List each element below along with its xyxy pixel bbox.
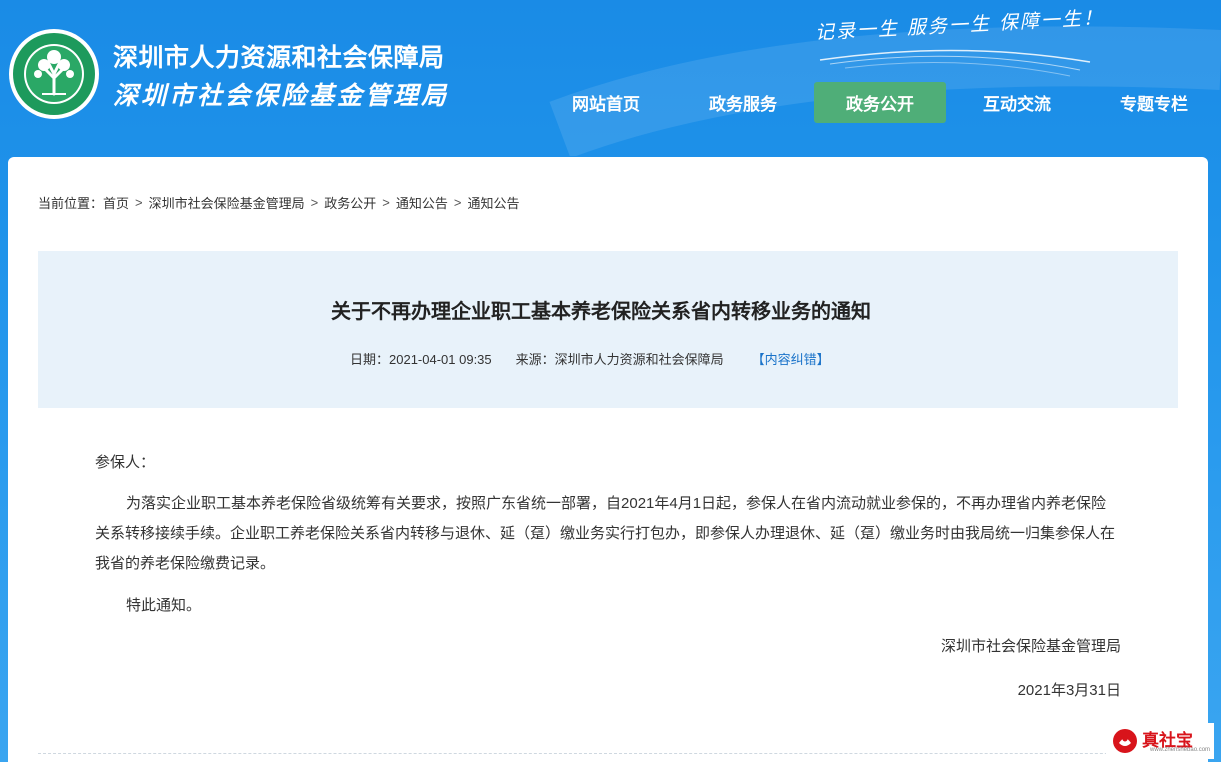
nav-item-services[interactable]: 政务服务 <box>677 82 809 123</box>
nav-item-topics[interactable]: 专题专栏 <box>1088 82 1220 123</box>
breadcrumb-prefix: 当前位置： <box>38 196 104 211</box>
article-date: 日期：2021-04-01 09:35 <box>350 352 492 367</box>
watermark: 真社宝 www.zhenshebao.com <box>1106 723 1214 759</box>
breadcrumb-notices-current[interactable]: 通知公告 <box>467 193 519 212</box>
nav-item-disclosure[interactable]: 政务公开 <box>814 82 946 123</box>
breadcrumb-home[interactable]: 首页 <box>103 193 129 212</box>
main-nav: 网站首页 政务服务 政务公开 互动交流 专题专栏 <box>540 82 1221 123</box>
breadcrumb-separator: > <box>310 195 319 210</box>
nav-item-interaction[interactable]: 互动交流 <box>951 82 1083 123</box>
breadcrumb-separator: > <box>382 195 390 210</box>
article-greeting: 参保人： <box>95 454 156 471</box>
article-meta: 日期：2021-04-01 09:35 来源：深圳市人力资源和社会保障局 【内容… <box>350 349 830 368</box>
report-error-link[interactable]: 【内容纠错】 <box>752 349 830 368</box>
nav-item-home[interactable]: 网站首页 <box>540 82 672 123</box>
breadcrumb-disclosure[interactable]: 政务公开 <box>324 193 376 212</box>
site-name-primary[interactable]: 深圳市人力资源和社会保障局 <box>113 38 445 74</box>
article-sign-date: 2021年3月31日 <box>1017 682 1121 699</box>
site-header: 深圳市人力资源和社会保障局 深圳市社会保险基金管理局 记录一生 服务一生 保障一… <box>0 0 1221 156</box>
breadcrumb-separator: > <box>135 195 143 210</box>
breadcrumb-separator: > <box>453 195 462 210</box>
article-paragraph: 为落实企业职工基本养老保险省级统筹有关要求，按照广东省统一部署，自2021年4月… <box>95 495 1116 572</box>
slogan: 记录一生 服务一生 保障一生！ <box>814 6 1105 44</box>
bureau-logo-icon[interactable] <box>8 28 100 120</box>
site-name-secondary[interactable]: 深圳市社会保险基金管理局 <box>113 76 449 112</box>
article-closing: 特此通知。 <box>126 597 202 614</box>
article-title: 关于不再办理企业职工基本养老保险关系省内转移业务的通知 <box>331 299 871 323</box>
breadcrumb-fund-bureau[interactable]: 深圳市社会保险基金管理局 <box>149 193 305 212</box>
watermark-subtext: www.zhenshebao.com <box>1150 747 1211 753</box>
watermark-logo-icon <box>1113 729 1137 753</box>
content-panel: 当前位置： 首页 > 深圳市社会保险基金管理局 > 政务公开 > 通知公告 > … <box>8 157 1208 762</box>
article-header-box <box>38 251 1178 408</box>
article-source: 来源：深圳市人力资源和社会保障局 <box>515 352 724 367</box>
content-divider <box>38 753 1178 754</box>
breadcrumb: 当前位置： 首页 > 深圳市社会保险基金管理局 > 政务公开 > 通知公告 > … <box>38 193 519 212</box>
article-signature: 深圳市社会保险基金管理局 <box>940 638 1121 655</box>
breadcrumb-notices[interactable]: 通知公告 <box>396 193 448 212</box>
